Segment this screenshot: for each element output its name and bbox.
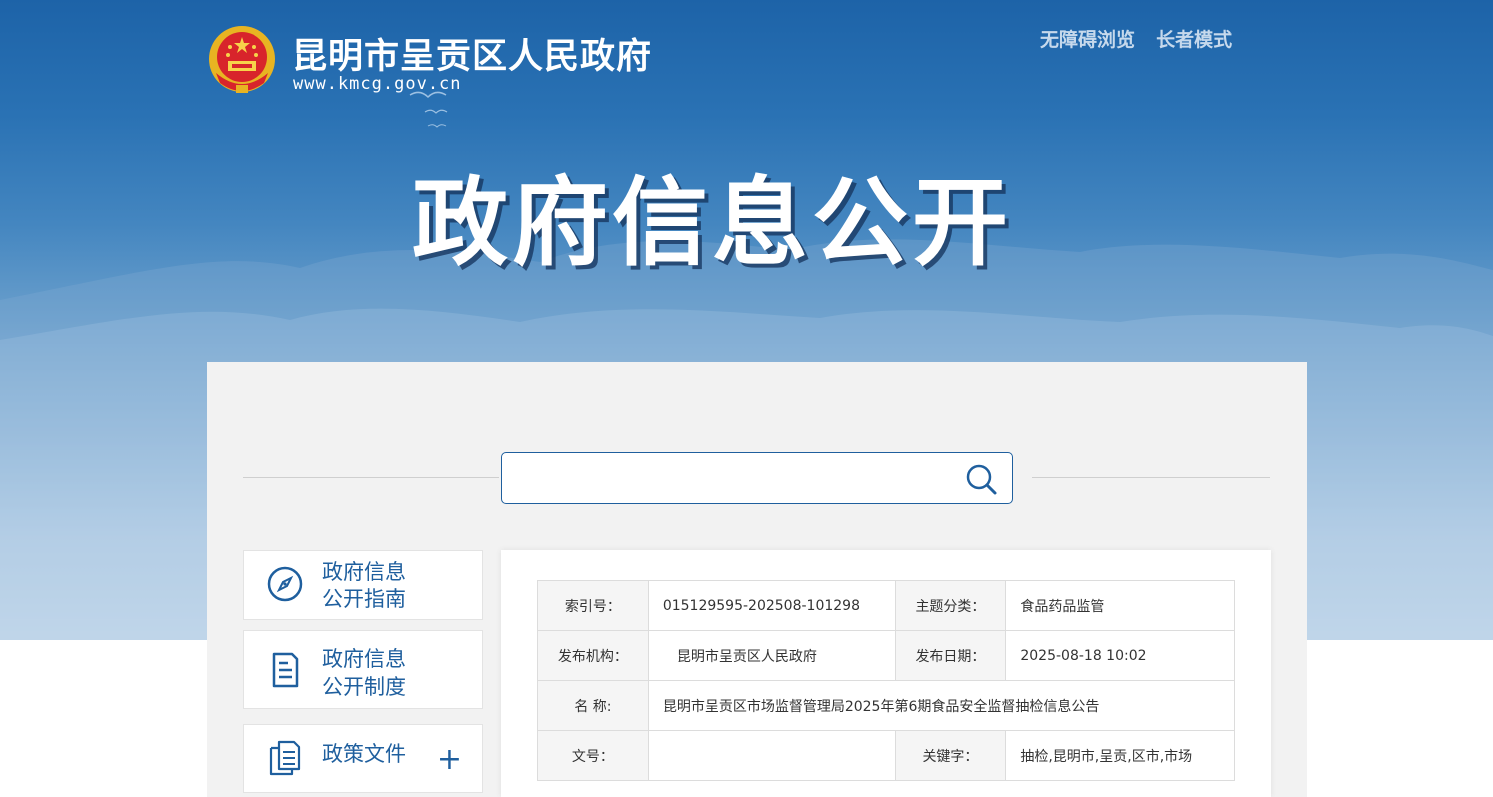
- table-row: 名 称: 昆明市呈贡区市场监督管理局2025年第6期食品安全监督抽检信息公告: [537, 680, 1236, 731]
- name-value: 昆明市呈贡区市场监督管理局2025年第6期食品安全监督抽检信息公告: [647, 680, 1236, 731]
- name-label: 名 称:: [537, 680, 649, 731]
- search-divider-left: [243, 477, 499, 478]
- content-panel: 政府信息 公开指南 政府信息 公开制度 政策文件 + 索引号： 01512959…: [207, 362, 1307, 797]
- sidebar-item-label: 公开指南: [322, 587, 406, 611]
- index-value: 015129595-202508-101298: [647, 580, 896, 631]
- sidebar-item-label: 政府信息: [322, 560, 406, 584]
- accessibility-link[interactable]: 无障碍浏览: [1040, 29, 1135, 51]
- sidebar-item-label: 公开制度: [322, 675, 406, 699]
- index-label: 索引号：: [537, 580, 649, 631]
- doc-number-value: [647, 730, 896, 781]
- category-value: 食品药品监管: [1005, 580, 1235, 631]
- table-row: 索引号： 015129595-202508-101298 主题分类： 食品药品监…: [537, 580, 1235, 631]
- publish-date-label: 发布日期：: [894, 630, 1007, 681]
- info-card: 索引号： 015129595-202508-101298 主题分类： 食品药品监…: [501, 550, 1271, 797]
- national-emblem-icon: [209, 26, 275, 93]
- keywords-value: 抽检,昆明市,呈贡,区市,市场: [1005, 730, 1235, 781]
- banner-title: 政府信息公开: [412, 167, 1012, 279]
- sidebar-item-system[interactable]: 政府信息 公开制度: [243, 630, 483, 709]
- site-url: www.kmcg.gov.cn: [293, 74, 462, 94]
- top-links: 无障碍浏览 长者模式: [1040, 25, 1248, 52]
- document-icon: [272, 652, 299, 688]
- sidebar-item-label: 政策文件: [322, 742, 406, 766]
- search-icon[interactable]: [964, 462, 998, 496]
- sidebar-item-guide[interactable]: 政府信息 公开指南: [243, 550, 483, 620]
- site-name: 昆明市呈贡区人民政府: [292, 37, 653, 77]
- expand-icon[interactable]: +: [437, 745, 462, 775]
- compass-icon: [267, 566, 303, 602]
- category-label: 主题分类：: [894, 580, 1007, 631]
- sidebar-item-label: 政府信息: [322, 647, 406, 671]
- elderly-mode-link[interactable]: 长者模式: [1156, 29, 1232, 51]
- table-row: 文号： 关键字： 抽检,昆明市,呈贡,区市,市场: [537, 730, 1235, 781]
- metadata-table: 索引号： 015129595-202508-101298 主题分类： 食品药品监…: [537, 580, 1236, 781]
- documents-icon: [269, 740, 301, 776]
- keywords-label: 关键字：: [894, 730, 1007, 781]
- search-input[interactable]: [512, 461, 952, 495]
- doc-number-label: 文号：: [537, 730, 649, 781]
- sidebar-item-policy[interactable]: 政策文件 +: [243, 724, 483, 793]
- table-row: 发布机构： 昆明市呈贡区人民政府 发布日期： 2025-08-18 10:02: [537, 630, 1235, 681]
- publish-date-value: 2025-08-18 10:02: [1005, 630, 1235, 681]
- search-box: [501, 452, 1013, 504]
- publisher-label: 发布机构：: [537, 630, 649, 681]
- search-divider-right: [1032, 477, 1270, 478]
- publisher-value: 昆明市呈贡区人民政府: [647, 630, 896, 681]
